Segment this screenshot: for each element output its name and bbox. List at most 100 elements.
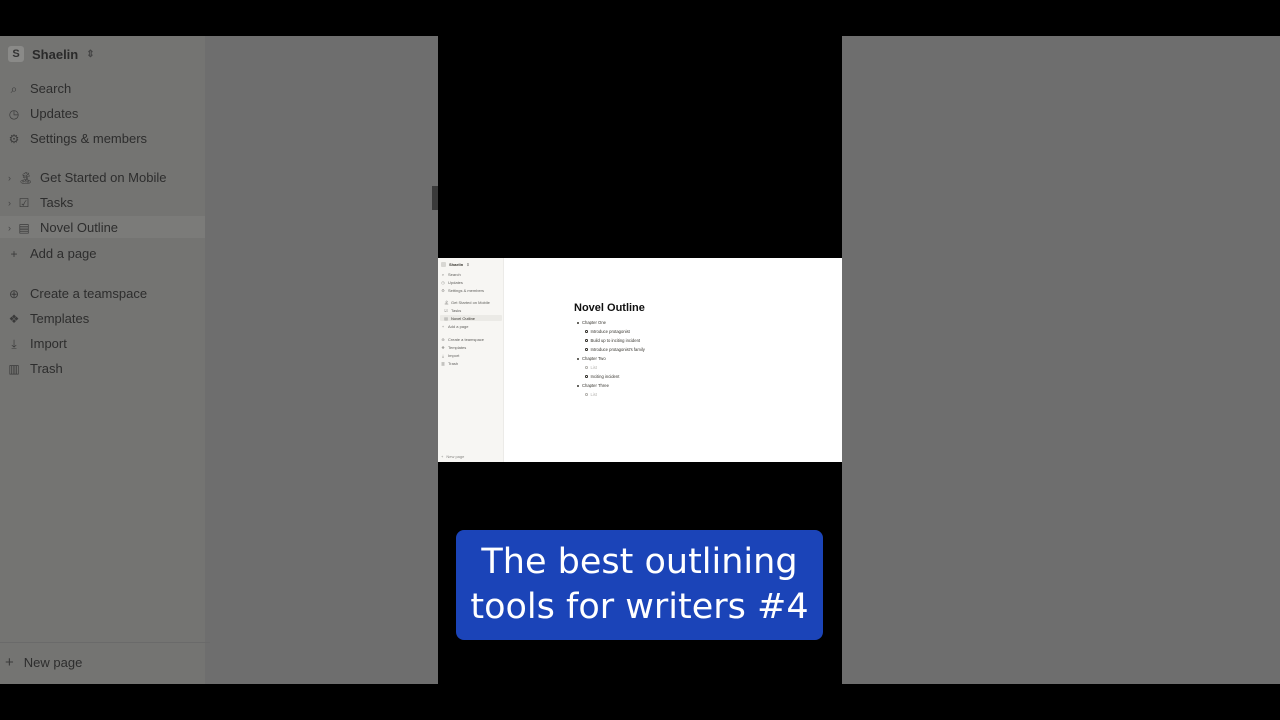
outline-item[interactable]: Introduce protagonist's family bbox=[585, 347, 645, 352]
tool-label: Trash bbox=[448, 361, 459, 366]
background-page-tasks[interactable]: ☑ Tasks bbox=[8, 195, 74, 210]
background-import[interactable]: ⤓ Import bbox=[8, 336, 67, 351]
hollow-bullet-icon bbox=[585, 375, 588, 378]
checkbox-icon: ☑ bbox=[18, 195, 30, 210]
page-label: Novel Outline bbox=[40, 220, 119, 235]
nav-settings[interactable]: ⚙ Settings & members bbox=[441, 288, 484, 293]
checkbox-icon: ☑ bbox=[444, 307, 448, 313]
background-page-get-started[interactable]: 🏝 Get Started on Mobile bbox=[8, 170, 166, 185]
tool-label: Create a teamspace bbox=[448, 337, 485, 342]
clock-icon: ◷ bbox=[441, 279, 445, 285]
chevron-updown-icon: ⇕ bbox=[86, 48, 95, 60]
outline-item[interactable]: Inciting incident bbox=[585, 374, 619, 379]
import[interactable]: ⤓ Import bbox=[441, 353, 459, 358]
nav-search[interactable]: ⌕ Search bbox=[441, 272, 461, 277]
search-icon: ⌕ bbox=[10, 81, 18, 96]
background-new-page-button[interactable]: + New page bbox=[5, 654, 82, 671]
background-page-novel-outline[interactable]: ▤ Novel Outline bbox=[8, 220, 118, 235]
outline-text: Chapter Three bbox=[582, 383, 609, 388]
plus-icon: + bbox=[441, 323, 445, 329]
background-trash[interactable]: ▥ Trash bbox=[8, 361, 62, 376]
background-nav-updates[interactable]: ◷ Updates bbox=[8, 106, 79, 121]
hollow-bullet-icon bbox=[585, 339, 588, 342]
templates-icon: ❖ bbox=[8, 311, 20, 326]
outline-item-empty[interactable]: List bbox=[585, 392, 597, 397]
workspace-avatar bbox=[441, 262, 446, 267]
trash[interactable]: ▥ Trash bbox=[441, 361, 458, 366]
caption-text: The best outlining tools for writers #4 bbox=[470, 542, 809, 627]
background-templates[interactable]: ❖ Templates bbox=[8, 311, 90, 326]
page-label: Get Started on Mobile bbox=[40, 170, 167, 185]
gear-icon: ⚙ bbox=[441, 287, 445, 293]
workspace-name: Shaelin bbox=[32, 46, 79, 62]
workspace-name: Shaelin bbox=[449, 262, 464, 267]
screenshot-sidebar: Shaelin ⇕ ⌕ Search ◷ Updates ⚙ Settings … bbox=[438, 258, 504, 462]
caption-banner: The best outlining tools for writers #4 bbox=[456, 530, 823, 640]
page-label: Tasks bbox=[40, 195, 74, 210]
teamspace-icon: ⊕ bbox=[441, 336, 445, 342]
hollow-bullet-icon bbox=[585, 393, 588, 396]
add-page-label: Add a page bbox=[448, 324, 469, 329]
outline-item[interactable]: Introduce protagonist bbox=[585, 329, 630, 334]
templates[interactable]: ❖ Templates bbox=[441, 345, 466, 350]
outline-item[interactable]: Build up to inciting incident bbox=[585, 338, 640, 343]
chevron-updown-icon: ⇕ bbox=[466, 262, 470, 267]
palm-tree-icon: 🏝 bbox=[444, 299, 450, 305]
import-icon: ⤓ bbox=[442, 352, 444, 358]
bullet-icon bbox=[577, 357, 579, 360]
outline-text: Inciting incident bbox=[590, 374, 620, 379]
outline-text: Build up to inciting incident bbox=[590, 338, 641, 343]
outline-text: Chapter One bbox=[582, 320, 606, 325]
background-nav-search[interactable]: ⌕ Search bbox=[8, 81, 72, 96]
bullet-icon bbox=[577, 384, 579, 387]
plus-icon: + bbox=[5, 654, 14, 671]
nav-label: Updates bbox=[448, 280, 463, 285]
background-add-page[interactable]: + Add a page bbox=[8, 246, 97, 261]
outline-item[interactable]: Chapter Three bbox=[577, 383, 609, 388]
palm-tree-icon: 🏝 bbox=[18, 170, 34, 185]
nav-label: Settings & members bbox=[30, 131, 148, 146]
background-create-teamspace[interactable]: ⊕ Create a teamspace bbox=[8, 286, 147, 301]
outline-text: Introduce protagonist bbox=[590, 329, 630, 334]
tool-label: Import bbox=[30, 336, 67, 351]
workspace-avatar: S bbox=[8, 46, 24, 62]
page-icon: ▤ bbox=[444, 315, 448, 321]
page-title: Novel Outline bbox=[574, 302, 645, 314]
import-icon: ⤓ bbox=[11, 336, 17, 351]
hollow-bullet-icon bbox=[585, 366, 588, 369]
tool-label: Create a teamspace bbox=[30, 286, 148, 301]
outline-placeholder: List bbox=[590, 392, 598, 397]
hollow-bullet-icon bbox=[585, 330, 588, 333]
background-nav-settings[interactable]: ⚙ Settings & members bbox=[8, 131, 147, 146]
page-label: Tasks bbox=[451, 308, 462, 313]
create-teamspace[interactable]: ⊕ Create a teamspace bbox=[441, 337, 484, 342]
page-tasks[interactable]: ☑ Tasks bbox=[444, 308, 461, 313]
page-label: Get Started on Mobile bbox=[451, 300, 490, 305]
background-divider bbox=[0, 642, 210, 643]
nav-label: Search bbox=[30, 81, 72, 96]
outline-item[interactable]: Chapter Two bbox=[577, 356, 606, 361]
page-label: Novel Outline bbox=[451, 316, 476, 321]
add-page-button[interactable]: + Add a page bbox=[441, 323, 469, 329]
notion-screenshot: Shaelin ⇕ ⌕ Search ◷ Updates ⚙ Settings … bbox=[438, 258, 842, 462]
outline-text: Introduce protagonist's family bbox=[590, 347, 645, 352]
plus-icon: + bbox=[10, 246, 18, 261]
page-novel-outline[interactable]: ▤ Novel Outline bbox=[444, 316, 475, 321]
new-page-button[interactable]: + New page bbox=[441, 454, 464, 459]
clock-icon: ◷ bbox=[8, 106, 20, 121]
plus-icon: + bbox=[441, 454, 444, 459]
gear-icon: ⚙ bbox=[8, 131, 20, 146]
nav-updates[interactable]: ◷ Updates bbox=[441, 280, 463, 285]
workspace-switcher[interactable]: Shaelin ⇕ bbox=[441, 262, 470, 267]
outline-item-empty[interactable]: List bbox=[585, 365, 597, 370]
templates-icon: ❖ bbox=[441, 344, 445, 350]
add-page-label: Add a page bbox=[30, 246, 97, 261]
background-workspace-switcher[interactable]: S Shaelin ⇕ bbox=[8, 46, 95, 62]
page-get-started[interactable]: 🏝 Get Started on Mobile bbox=[444, 300, 490, 305]
tool-label: Templates bbox=[30, 311, 90, 326]
new-page-label: New page bbox=[23, 655, 83, 670]
outline-item[interactable]: Chapter One bbox=[577, 320, 606, 325]
outline-placeholder: List bbox=[590, 365, 598, 370]
teamspace-icon: ⊕ bbox=[8, 286, 20, 301]
trash-icon: ▥ bbox=[8, 361, 20, 376]
